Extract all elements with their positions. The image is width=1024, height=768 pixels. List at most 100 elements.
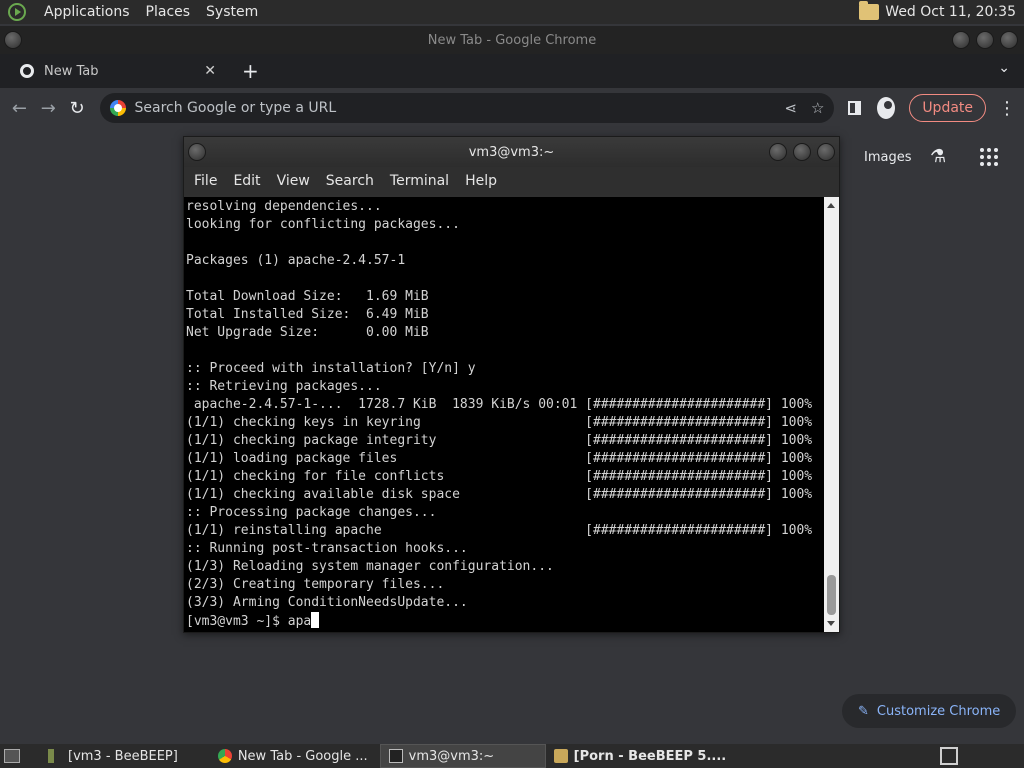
terminal-menu-file[interactable]: File <box>186 173 225 189</box>
taskbar-item-beebeep-chat[interactable]: [Porn - BeeBEEP 5.... <box>546 744 735 768</box>
terminal-line: :: Proceed with installation? [Y/n] y <box>186 361 476 376</box>
customize-chrome-button[interactable]: ✎ Customize Chrome <box>842 694 1017 728</box>
terminal-line: looking for conflicting packages... <box>186 217 460 232</box>
terminal-line: (1/1) reinstalling apache [#############… <box>186 523 813 538</box>
back-arrow-icon[interactable]: ← <box>8 94 31 122</box>
notification-folder-icon[interactable] <box>859 1 880 20</box>
terminal-line: (3/3) Arming ConditionNeedsUpdate... <box>186 595 468 610</box>
taskbar-item-beebeep[interactable]: [vm3 - BeeBEEP] <box>40 744 186 768</box>
window-menu-button[interactable] <box>4 31 22 49</box>
terminal-output[interactable]: resolving dependencies... looking for con… <box>184 197 825 632</box>
side-panel-icon[interactable] <box>848 101 862 115</box>
minimize-button[interactable] <box>952 31 970 49</box>
close-tab-icon[interactable]: ✕ <box>204 63 216 79</box>
terminal-close-button[interactable] <box>817 143 835 161</box>
terminal-window-menu-button[interactable] <box>188 143 206 161</box>
clock[interactable]: Wed Oct 11, 20:35 <box>885 4 1016 20</box>
terminal-menu-terminal[interactable]: Terminal <box>382 173 457 189</box>
bee-chat-icon <box>553 749 568 763</box>
terminal-window-controls <box>769 143 835 161</box>
taskbar-item-terminal[interactable]: vm3@vm3:~ <box>379 744 546 768</box>
scroll-up-icon[interactable] <box>827 203 835 208</box>
show-desktop-icon[interactable] <box>4 749 20 763</box>
new-tab-button[interactable]: + <box>242 59 259 83</box>
terminal-line: (1/1) checking package integrity [######… <box>186 433 813 448</box>
labs-flask-icon[interactable]: ⚗ <box>930 146 946 167</box>
terminal-prompt: [vm3@vm3 ~]$ apa <box>186 614 312 629</box>
terminal-line: apache-2.4.57-1-... 1728.7 KiB 1839 KiB/… <box>186 397 813 412</box>
workspace-switcher-icon[interactable] <box>940 747 958 765</box>
chrome-toolbar: ← → ↻ Search Google or type a URL ⋖ ☆ Up… <box>0 88 1024 128</box>
taskbar-item-chrome[interactable]: New Tab - Google ... <box>210 744 376 768</box>
terminal-menu-edit[interactable]: Edit <box>225 173 268 189</box>
terminal-window: vm3@vm3:~ File Edit View Search Terminal… <box>183 136 840 633</box>
bee-icon <box>48 749 62 763</box>
terminal-line: (1/1) checking for file conflicts [#####… <box>186 469 813 484</box>
tabstrip: New Tab ✕ + ⌄ <box>0 54 1024 88</box>
bookmark-star-icon[interactable]: ☆ <box>811 99 824 117</box>
terminal-minimize-button[interactable] <box>769 143 787 161</box>
google-apps-grid-icon[interactable] <box>980 148 998 166</box>
terminal-maximize-button[interactable] <box>793 143 811 161</box>
text-cursor <box>311 612 320 628</box>
window-controls <box>952 31 1018 49</box>
forward-arrow-icon[interactable]: → <box>37 94 60 122</box>
terminal-line: Packages (1) apache-2.4.57-1 <box>186 253 406 268</box>
terminal-menubar: File Edit View Search Terminal Help <box>184 167 839 195</box>
terminal-menu-search[interactable]: Search <box>318 173 382 189</box>
more-menu-icon[interactable]: ⋮ <box>998 98 1016 119</box>
taskbar-label: New Tab - Google ... <box>237 748 368 764</box>
customize-chrome-label: Customize Chrome <box>876 703 1001 719</box>
top-panel: Applications Places System Wed Oct 11, 2… <box>0 0 1024 24</box>
distro-logo-icon[interactable] <box>8 3 26 21</box>
terminal-line: (1/1) checking available disk space [###… <box>186 487 813 502</box>
terminal-line: Total Download Size: 1.69 MiB <box>186 289 429 304</box>
profile-avatar-icon[interactable] <box>877 97 896 119</box>
terminal-line: :: Running post-transaction hooks... <box>186 541 468 556</box>
terminal-titlebar[interactable]: vm3@vm3:~ <box>184 137 839 167</box>
pencil-icon: ✎ <box>858 703 869 719</box>
top-panel-tray: Wed Oct 11, 20:35 <box>859 1 1024 20</box>
terminal-line: (2/3) Creating temporary files... <box>186 577 445 592</box>
share-icon[interactable]: ⋖ <box>784 99 797 117</box>
omnibox[interactable]: Search Google or type a URL ⋖ ☆ <box>100 93 835 123</box>
update-button[interactable]: Update <box>909 94 987 122</box>
terminal-menu-help[interactable]: Help <box>457 173 505 189</box>
terminal-menu-view[interactable]: View <box>269 173 318 189</box>
terminal-line: (1/1) checking keys in keyring [########… <box>186 415 813 430</box>
terminal-line: Total Installed Size: 6.49 MiB <box>186 307 429 322</box>
top-menu: Applications Places System <box>36 4 266 20</box>
omnibox-actions: ⋖ ☆ <box>784 99 824 117</box>
menu-places[interactable]: Places <box>138 4 199 20</box>
close-button[interactable] <box>1000 31 1018 49</box>
bottom-panel: [vm3 - BeeBEEP] New Tab - Google ... vm3… <box>0 744 1024 768</box>
terminal-line: (1/3) Reloading system manager configura… <box>186 559 554 574</box>
maximize-button[interactable] <box>976 31 994 49</box>
terminal-line: resolving dependencies... <box>186 199 382 214</box>
tab-title: New Tab <box>44 63 99 79</box>
chrome-titlebar[interactable]: New Tab - Google Chrome <box>0 26 1024 54</box>
scroll-down-icon[interactable] <box>827 621 835 626</box>
tab-search-chevron-icon[interactable]: ⌄ <box>998 60 1010 76</box>
terminal-scrollbar[interactable] <box>824 197 839 632</box>
chrome-icon <box>217 749 232 763</box>
terminal-line: (1/1) loading package files [###########… <box>186 451 813 466</box>
taskbar-label: [Porn - BeeBEEP 5.... <box>573 748 727 764</box>
terminal-line: :: Retrieving packages... <box>186 379 382 394</box>
terminal-title: vm3@vm3:~ <box>468 144 555 160</box>
taskbar-label: [vm3 - BeeBEEP] <box>68 748 178 764</box>
images-link[interactable]: Images <box>864 150 912 165</box>
terminal-lines: resolving dependencies... looking for con… <box>186 198 825 612</box>
scroll-thumb[interactable] <box>827 575 836 615</box>
reload-icon[interactable]: ↻ <box>66 94 89 122</box>
tab-new-tab[interactable]: New Tab ✕ <box>0 54 226 88</box>
omnibox-placeholder: Search Google or type a URL <box>134 100 337 116</box>
taskbar-label: vm3@vm3:~ <box>408 748 495 764</box>
terminal-line: :: Processing package changes... <box>186 505 437 520</box>
menu-applications[interactable]: Applications <box>36 4 138 20</box>
chrome-window-title: New Tab - Google Chrome <box>427 32 597 48</box>
menu-system[interactable]: System <box>198 4 266 20</box>
